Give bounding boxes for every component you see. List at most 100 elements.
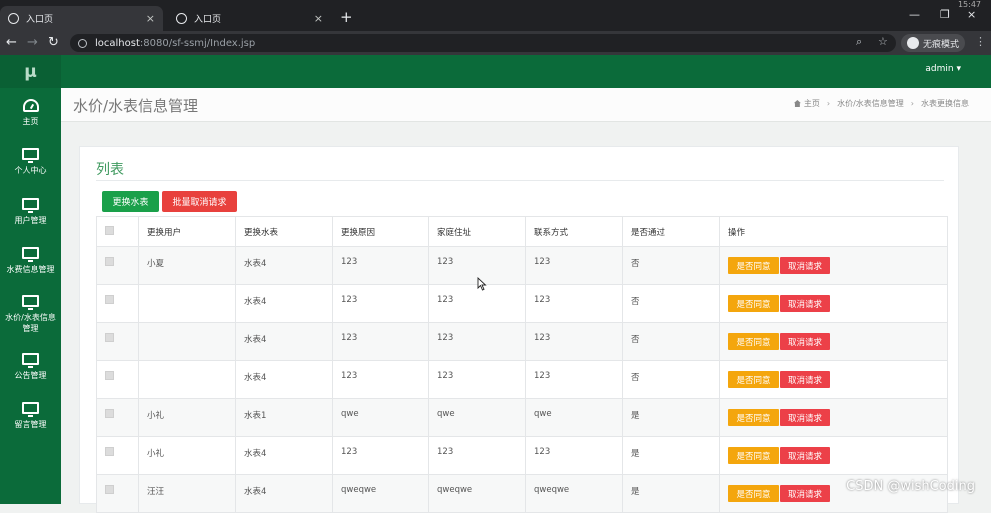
column-header: 更换用户 [139, 217, 236, 247]
reload-icon[interactable]: ↻ [48, 35, 59, 50]
cancel-request-button[interactable]: 取消请求 [780, 295, 830, 312]
column-header: 更换水表 [236, 217, 333, 247]
agree-button[interactable]: 是否同意 [728, 333, 779, 350]
agree-button[interactable]: 是否同意 [728, 409, 779, 426]
replace-meter-button[interactable]: 更换水表 [102, 191, 159, 212]
cancel-request-button[interactable]: 取消请求 [780, 257, 830, 274]
select-all-cell [97, 217, 139, 247]
breadcrumb: 主页 › 水价/水表信息管理 › 水表更换信息 [794, 98, 969, 109]
cell-passed: 否 [623, 323, 720, 361]
agree-button[interactable]: 是否同意 [728, 371, 779, 388]
browser-tab-2[interactable]: 入口页 × [168, 6, 331, 31]
window-close-icon[interactable]: × [967, 8, 976, 21]
bookmark-star-icon[interactable]: ☆ [878, 35, 888, 48]
agree-button[interactable]: 是否同意 [728, 257, 779, 274]
cell-user: 小礼 [139, 399, 236, 437]
sidebar-item-home[interactable]: 主页 [0, 88, 61, 138]
sidebar-item-messages[interactable]: 留言管理 [0, 392, 61, 442]
cell-user [139, 323, 236, 361]
cell-user: 汪汪 [139, 475, 236, 513]
sidebar-item-personal-center[interactable]: 个人中心 [0, 138, 61, 188]
agree-button[interactable]: 是否同意 [728, 295, 779, 312]
agree-button[interactable]: 是否同意 [728, 447, 779, 464]
sidebar-item-water-fee[interactable]: 水费信息管理 [0, 237, 61, 287]
mouse-cursor-icon [477, 277, 487, 291]
incognito-badge[interactable]: 无痕模式 [901, 34, 965, 52]
incognito-label: 无痕模式 [923, 37, 959, 50]
sidebar-item-announcements[interactable]: 公告管理 [0, 342, 61, 392]
cell-address: 123 [429, 437, 526, 475]
cell-actions: 是否同意 取消请求 [720, 323, 948, 361]
browser-menu-icon[interactable]: ⋮ [975, 35, 986, 48]
app-logo[interactable]: μ [0, 55, 61, 88]
row-checkbox[interactable] [105, 295, 114, 304]
tab-label: 入口页 [194, 12, 314, 25]
cancel-request-button[interactable]: 取消请求 [780, 447, 830, 464]
breadcrumb-current: 水表更换信息 [921, 98, 969, 109]
page-header: 水价/水表信息管理 主页 › 水价/水表信息管理 › 水表更换信息 [61, 88, 991, 122]
cell-user: 小夏 [139, 247, 236, 285]
user-menu[interactable]: admin ▾ [925, 64, 961, 74]
row-checkbox[interactable] [105, 409, 114, 418]
row-checkbox[interactable] [105, 371, 114, 380]
cancel-request-button[interactable]: 取消请求 [780, 371, 830, 388]
cell-contact: 123 [526, 247, 623, 285]
column-header: 是否通过 [623, 217, 720, 247]
cancel-request-button[interactable]: 取消请求 [780, 333, 830, 350]
clock: 15:47 [958, 0, 981, 9]
minimize-icon[interactable]: — [909, 8, 920, 21]
globe-icon [8, 13, 19, 24]
zoom-icon[interactable]: ⌕ [856, 35, 862, 49]
cell-contact: qwe [526, 399, 623, 437]
row-checkbox[interactable] [105, 447, 114, 456]
row-checkbox[interactable] [105, 333, 114, 342]
cell-meter: 水表4 [236, 323, 333, 361]
close-tab-icon[interactable]: × [314, 12, 323, 25]
cell-actions: 是否同意 取消请求 [720, 247, 948, 285]
cell-passed: 是 [623, 399, 720, 437]
agree-button[interactable]: 是否同意 [728, 485, 779, 502]
batch-cancel-button[interactable]: 批量取消请求 [162, 191, 237, 212]
cancel-request-button[interactable]: 取消请求 [780, 409, 830, 426]
cell-actions: 是否同意 取消请求 [720, 361, 948, 399]
forward-icon[interactable]: → [27, 35, 38, 50]
cell-meter: 水表4 [236, 247, 333, 285]
monitor-icon [22, 402, 39, 414]
sidebar-item-label: 水价/水表信息管理 [2, 312, 59, 334]
browser-tab-strip: 入口页 × 入口页 × + — ❐ × 15:47 [0, 0, 991, 31]
row-checkbox[interactable] [105, 485, 114, 494]
site-info-icon[interactable] [78, 39, 87, 48]
cancel-request-button[interactable]: 取消请求 [780, 485, 830, 502]
select-all-checkbox[interactable] [105, 226, 114, 235]
row-checkbox[interactable] [105, 257, 114, 266]
column-header: 操作 [720, 217, 948, 247]
cell-reason: qweqwe [333, 475, 429, 513]
close-tab-icon[interactable]: × [146, 12, 155, 25]
cell-reason: 123 [333, 437, 429, 475]
sidebar-item-label: 主页 [23, 116, 39, 127]
cell-address: 123 [429, 323, 526, 361]
row-select-cell [97, 475, 139, 513]
restore-icon[interactable]: ❐ [940, 8, 950, 21]
breadcrumb-home[interactable]: 主页 [804, 98, 820, 109]
breadcrumb-section[interactable]: 水价/水表信息管理 [837, 98, 904, 109]
watermark: CSDN @wishCoding [846, 479, 975, 494]
table-row: 水表4 123 123 123 否 是否同意 取消请求 [97, 323, 948, 361]
incognito-icon [907, 37, 919, 49]
breadcrumb-separator: › [827, 99, 830, 108]
url-bar[interactable]: localhost:8080/sf-ssmj/Index.jsp [70, 34, 896, 52]
sidebar-item-users[interactable]: 用户管理 [0, 187, 61, 237]
browser-tab-1[interactable]: 入口页 × [0, 6, 163, 31]
cell-meter: 水表4 [236, 437, 333, 475]
cell-user: 小礼 [139, 437, 236, 475]
monitor-icon [22, 148, 39, 160]
cell-passed: 否 [623, 247, 720, 285]
meter-change-table: 更换用户 更换水表 更换原因 家庭住址 联系方式 是否通过 操作 小夏 水表4 … [96, 216, 948, 513]
sidebar-item-water-meter[interactable]: 水价/水表信息管理 [0, 286, 61, 342]
column-header: 联系方式 [526, 217, 623, 247]
cell-actions: 是否同意 取消请求 [720, 399, 948, 437]
row-select-cell [97, 285, 139, 323]
new-tab-button[interactable]: + [340, 8, 353, 26]
breadcrumb-separator: › [911, 99, 914, 108]
back-icon[interactable]: ← [6, 35, 17, 50]
